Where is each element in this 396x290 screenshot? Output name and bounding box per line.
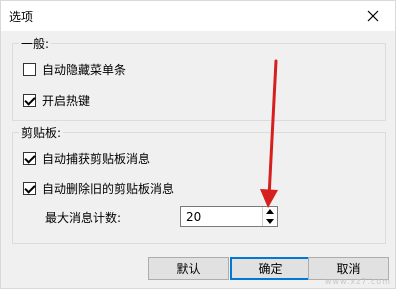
auto-hide-menubar-label: 自动隐藏菜单条 bbox=[42, 63, 127, 77]
general-group: 一般: bbox=[12, 35, 386, 121]
auto-delete-old-label: 自动删除旧的剪贴板消息 bbox=[42, 182, 175, 196]
max-message-count-value[interactable]: 20 bbox=[186, 210, 201, 224]
triangle-down-icon bbox=[266, 219, 274, 224]
auto-hide-menubar-checkbox[interactable] bbox=[23, 63, 36, 76]
auto-capture-clipboard-option[interactable]: 自动捕获剪贴板消息 bbox=[23, 150, 150, 167]
triangle-up-icon bbox=[266, 209, 274, 214]
options-dialog: 选项 一般: 自动隐藏菜单条 开启热键 剪贴板: 自动捕获剪贴板消息 自动删除旧… bbox=[0, 0, 396, 289]
spinner-up-button[interactable] bbox=[263, 207, 277, 216]
close-button[interactable] bbox=[351, 1, 395, 31]
title-bar: 选项 bbox=[1, 1, 395, 31]
clipboard-group-label: 剪贴板: bbox=[19, 124, 64, 141]
window-title: 选项 bbox=[9, 10, 34, 24]
max-message-count-spinner[interactable]: 20 bbox=[180, 206, 278, 227]
auto-hide-menubar-option[interactable]: 自动隐藏菜单条 bbox=[23, 61, 126, 78]
auto-delete-old-option[interactable]: 自动删除旧的剪贴板消息 bbox=[23, 180, 174, 197]
max-message-count-label: 最大消息计数: bbox=[45, 211, 122, 225]
general-group-label: 一般: bbox=[19, 35, 52, 52]
spinner-buttons bbox=[262, 207, 277, 226]
enable-hotkey-checkbox[interactable] bbox=[23, 94, 36, 107]
close-icon bbox=[367, 10, 379, 22]
ok-button[interactable]: 确定 bbox=[230, 257, 311, 280]
auto-capture-clipboard-label: 自动捕获剪贴板消息 bbox=[42, 152, 151, 166]
auto-delete-old-checkbox[interactable] bbox=[23, 182, 36, 195]
enable-hotkey-option[interactable]: 开启热键 bbox=[23, 92, 90, 109]
auto-capture-clipboard-checkbox[interactable] bbox=[23, 152, 36, 165]
spinner-down-button[interactable] bbox=[263, 217, 277, 226]
watermark: www.xz7.com bbox=[324, 277, 391, 286]
enable-hotkey-label: 开启热键 bbox=[42, 94, 91, 108]
default-button[interactable]: 默认 bbox=[148, 257, 229, 280]
